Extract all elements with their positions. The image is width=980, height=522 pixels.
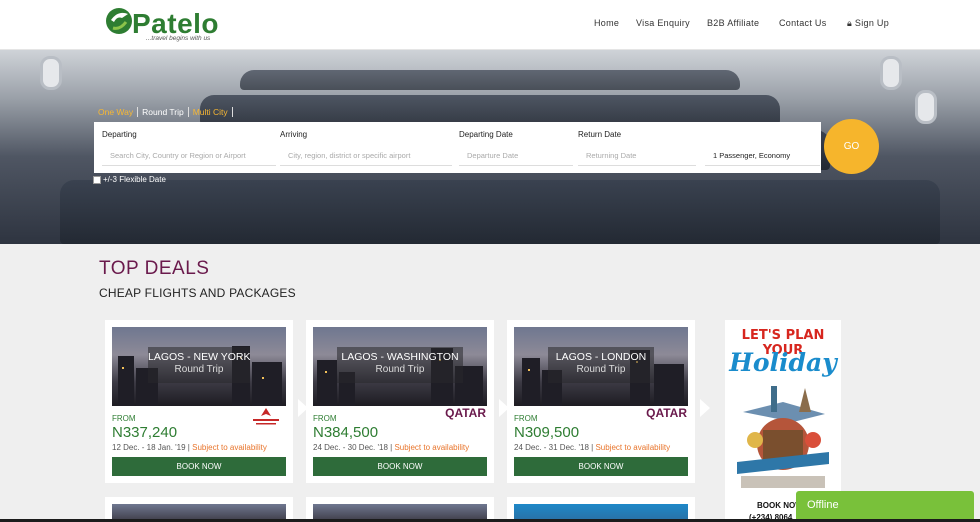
flexible-date-option[interactable]: +/-3 Flexible Date — [93, 175, 166, 184]
return-date-field: Return Date Returning Date — [570, 122, 696, 173]
brand-tagline: ...travel begins with us — [146, 35, 211, 42]
section-title: TOP DEALS — [99, 258, 210, 279]
deal-dates: 12 Dec. - 18 Jan. '19 | Subject to avail… — [112, 443, 267, 452]
deal-dates: 24 Dec. - 30 Dec. '18 | Subject to avail… — [313, 443, 470, 452]
cabin-window — [880, 56, 902, 90]
deal-dates: 24 Dec. - 31 Dec. '18 | Subject to avail… — [514, 443, 671, 452]
brand-logo[interactable]: Patelo ...travel begins with us — [104, 6, 224, 46]
departing-date-label: Departing Date — [459, 130, 513, 139]
nav-home[interactable]: Home — [594, 18, 619, 28]
trip-type-tabs: One Way Round Trip Multi City — [94, 104, 233, 120]
chat-widget[interactable]: Offline — [796, 491, 974, 522]
passengers-select[interactable]: 1 Passenger, Economy — [705, 145, 820, 166]
route-name: LAGOS - LONDON — [555, 351, 647, 363]
departing-input[interactable]: Search City, Country or Region or Airpor… — [102, 145, 276, 166]
city-skyline-image: LAGOS - WASHINGTON Round Trip — [313, 327, 487, 406]
cabin-window — [40, 56, 62, 90]
city-skyline-image: LAGOS - LONDON Round Trip — [514, 327, 688, 406]
tab-round-trip[interactable]: Round Trip — [138, 107, 189, 117]
qatar-airways-logo: QATAR — [646, 406, 687, 420]
availability-note: Subject to availability — [192, 443, 267, 452]
nav-sign-up[interactable]: 🔒︎ Sign Up — [847, 18, 889, 29]
go-button[interactable]: GO — [824, 119, 879, 174]
book-now-button[interactable]: BOOK NOW — [112, 457, 286, 476]
deal-card[interactable]: LAGOS - LONDON Round Trip FROM QATAR N30… — [507, 320, 695, 483]
departing-field: Departing Search City, Country or Region… — [94, 122, 276, 173]
flexible-date-checkbox[interactable] — [93, 175, 101, 184]
deal-price: N337,240 — [112, 424, 178, 441]
route-caption: LAGOS - LONDON Round Trip — [548, 347, 654, 383]
return-date-input[interactable]: Returning Date — [578, 145, 696, 166]
chevron-right-icon — [700, 399, 710, 417]
trip-type: Round Trip — [375, 364, 425, 375]
arriving-input[interactable]: City, region, district or specific airpo… — [280, 145, 452, 166]
royal-air-maroc-logo-icon — [253, 408, 279, 425]
route-name: LAGOS - WASHINGTON — [341, 351, 459, 363]
cabin-seats — [60, 180, 940, 244]
departing-date-input[interactable]: Departure Date — [459, 145, 573, 166]
route-caption: LAGOS - WASHINGTON Round Trip — [337, 347, 463, 383]
route-caption: LAGOS - NEW YORK Round Trip — [148, 347, 251, 383]
section-subtitle: CHEAP FLIGHTS AND PACKAGES — [99, 286, 296, 300]
deal-card[interactable]: LAGOS - WASHINGTON Round Trip FROM QATAR… — [306, 320, 494, 483]
from-label: FROM — [112, 414, 136, 423]
departing-date-field: Departing Date Departure Date — [451, 122, 573, 173]
cabin-seats — [200, 95, 780, 125]
availability-note: Subject to availability — [394, 443, 470, 452]
return-date-label: Return Date — [578, 130, 622, 139]
tab-one-way[interactable]: One Way — [94, 107, 139, 117]
availability-note: Subject to availability — [595, 443, 671, 452]
from-label: FROM — [514, 414, 538, 423]
passengers-field: 1 Passenger, Economy — [697, 122, 821, 173]
sign-up-label: Sign Up — [854, 18, 890, 28]
from-label: FROM — [313, 414, 337, 423]
deal-card[interactable]: LAGOS - NEW YORK Round Trip FROM N337,24… — [105, 320, 293, 483]
promo-holiday-word: Holiday — [729, 348, 837, 377]
book-now-button[interactable]: BOOK NOW — [313, 457, 487, 476]
flight-search-form: Departing Search City, Country or Region… — [94, 122, 821, 173]
city-skyline-image: LAGOS - NEW YORK Round Trip — [112, 327, 286, 406]
arriving-field: Arriving City, region, district or speci… — [272, 122, 452, 173]
deal-price: N309,500 — [514, 424, 580, 441]
route-name: LAGOS - NEW YORK — [148, 351, 251, 363]
book-now-button[interactable]: BOOK NOW — [514, 457, 688, 476]
lock-icon: 🔒︎ — [847, 18, 853, 28]
tab-multi-city[interactable]: Multi City — [189, 107, 233, 117]
cabin-seats — [240, 70, 740, 90]
trip-type: Round Trip — [174, 364, 224, 375]
departing-label: Departing — [102, 130, 137, 139]
trip-type: Round Trip — [576, 364, 626, 375]
nav-contact-us[interactable]: Contact Us — [779, 18, 827, 28]
nav-visa-enquiry[interactable]: Visa Enquiry — [636, 18, 690, 28]
deal-price: N384,500 — [313, 424, 379, 441]
flexible-date-label: +/-3 Flexible Date — [103, 175, 166, 184]
nav-b2b-affiliate[interactable]: B2B Affiliate — [707, 18, 759, 28]
arriving-label: Arriving — [280, 130, 308, 139]
cabin-window — [915, 90, 937, 124]
patelo-logo-icon — [106, 8, 132, 34]
site-header: Patelo ...travel begins with us Home Vis… — [0, 0, 980, 50]
qatar-airways-logo: QATAR — [445, 406, 486, 420]
travel-collage-icon — [737, 386, 829, 488]
